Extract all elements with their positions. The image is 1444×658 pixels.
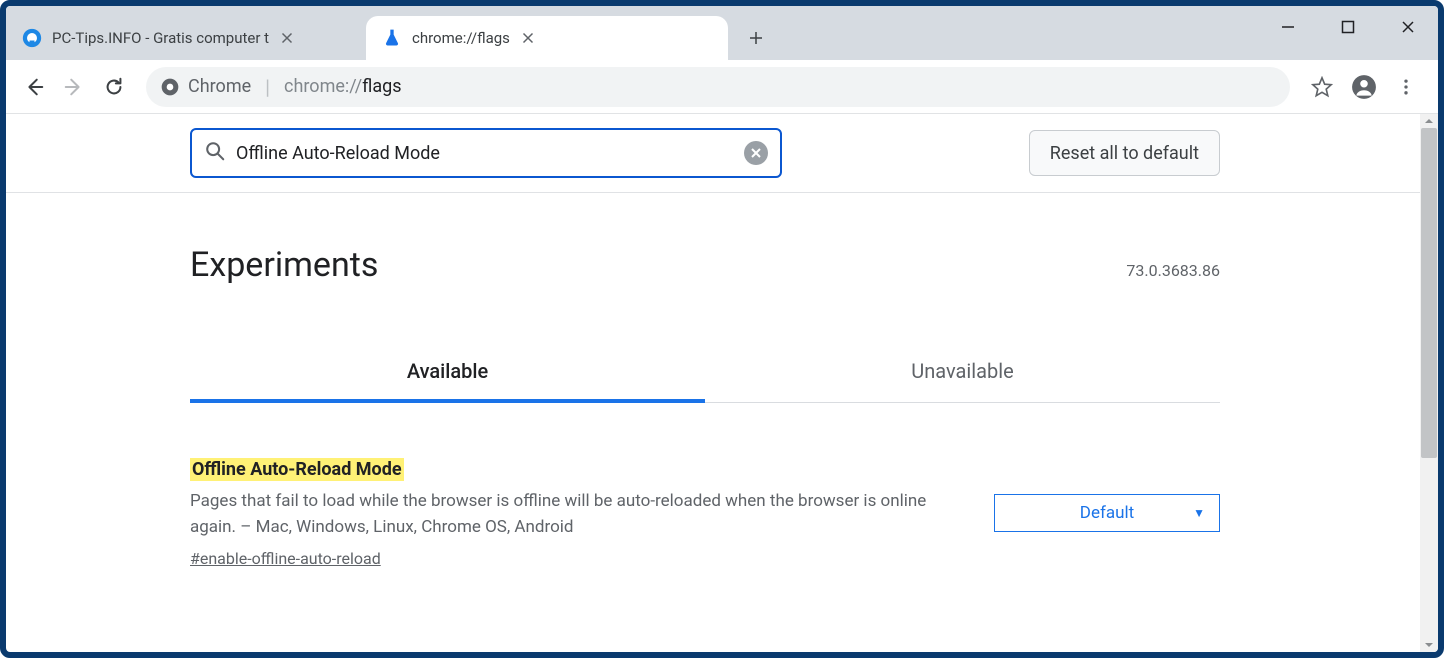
experiment-description: Pages that fail to load while the browse…	[190, 488, 954, 541]
experiment-select[interactable]: Default ▼	[994, 494, 1220, 532]
chrome-icon	[160, 77, 180, 97]
reset-all-button[interactable]: Reset all to default	[1029, 130, 1220, 176]
tab-active[interactable]: chrome://flags	[366, 16, 728, 60]
flags-header: Reset all to default	[6, 114, 1420, 193]
browser-window: PC-Tips.INFO - Gratis computer t chrome:…	[0, 0, 1444, 658]
tab-title: chrome://flags	[412, 29, 510, 47]
close-tab-icon[interactable]	[520, 30, 536, 46]
reload-button[interactable]	[96, 69, 132, 105]
tab-strip: PC-Tips.INFO - Gratis computer t chrome:…	[6, 6, 1438, 60]
chip-separator: |	[265, 75, 270, 99]
version-label: 73.0.3683.86	[1126, 261, 1220, 280]
search-icon	[204, 140, 226, 166]
search-wrapper	[190, 128, 782, 178]
scroll-down-icon[interactable]	[1420, 638, 1438, 652]
toolbar: Chrome | chrome://flags	[6, 60, 1438, 114]
experiment-anchor[interactable]: #enable-offline-auto-reload	[190, 549, 381, 568]
flags-page: Reset all to default Experiments 73.0.36…	[6, 114, 1420, 652]
profile-icon[interactable]	[1346, 69, 1382, 105]
window-controls	[1258, 6, 1438, 48]
close-window-button[interactable]	[1378, 6, 1438, 48]
search-input[interactable]	[236, 143, 734, 164]
scroll-up-icon[interactable]	[1420, 114, 1438, 128]
tab-background[interactable]: PC-Tips.INFO - Gratis computer t	[6, 16, 366, 60]
headline-row: Experiments 73.0.3683.86	[190, 245, 1220, 285]
scroll-thumb[interactable]	[1421, 128, 1437, 458]
experiment-row: Offline Auto-Reload Mode Pages that fail…	[190, 459, 1220, 568]
content-area: Reset all to default Experiments 73.0.36…	[6, 114, 1438, 652]
flag-tabs: Available Unavailable	[190, 343, 1220, 403]
experiment-info: Offline Auto-Reload Mode Pages that fail…	[190, 459, 954, 568]
chrome-chip: Chrome	[160, 76, 251, 97]
url-text: chrome://flags	[284, 76, 402, 97]
clear-search-icon[interactable]	[744, 141, 768, 165]
tab-available[interactable]: Available	[190, 343, 705, 403]
tab-title: PC-Tips.INFO - Gratis computer t	[52, 29, 269, 47]
select-value: Default	[1080, 503, 1134, 523]
scrollbar[interactable]	[1420, 114, 1438, 652]
maximize-button[interactable]	[1318, 6, 1378, 48]
chevron-down-icon: ▼	[1193, 506, 1205, 520]
kebab-menu-icon[interactable]	[1388, 69, 1424, 105]
new-tab-button[interactable]	[740, 22, 772, 54]
forward-button[interactable]	[56, 69, 92, 105]
minimize-button[interactable]	[1258, 6, 1318, 48]
flask-favicon-icon	[382, 28, 402, 48]
pc-tips-favicon-icon	[22, 28, 42, 48]
experiment-title: Offline Auto-Reload Mode	[190, 458, 404, 481]
omnibox[interactable]: Chrome | chrome://flags	[146, 67, 1290, 107]
flags-body: Experiments 73.0.3683.86 Available Unava…	[6, 245, 1420, 568]
toolbar-right	[1304, 69, 1428, 105]
close-tab-icon[interactable]	[279, 30, 295, 46]
back-button[interactable]	[16, 69, 52, 105]
tab-unavailable[interactable]: Unavailable	[705, 343, 1220, 402]
bookmark-star-icon[interactable]	[1304, 69, 1340, 105]
chip-label: Chrome	[188, 76, 251, 97]
page-title: Experiments	[190, 245, 378, 285]
